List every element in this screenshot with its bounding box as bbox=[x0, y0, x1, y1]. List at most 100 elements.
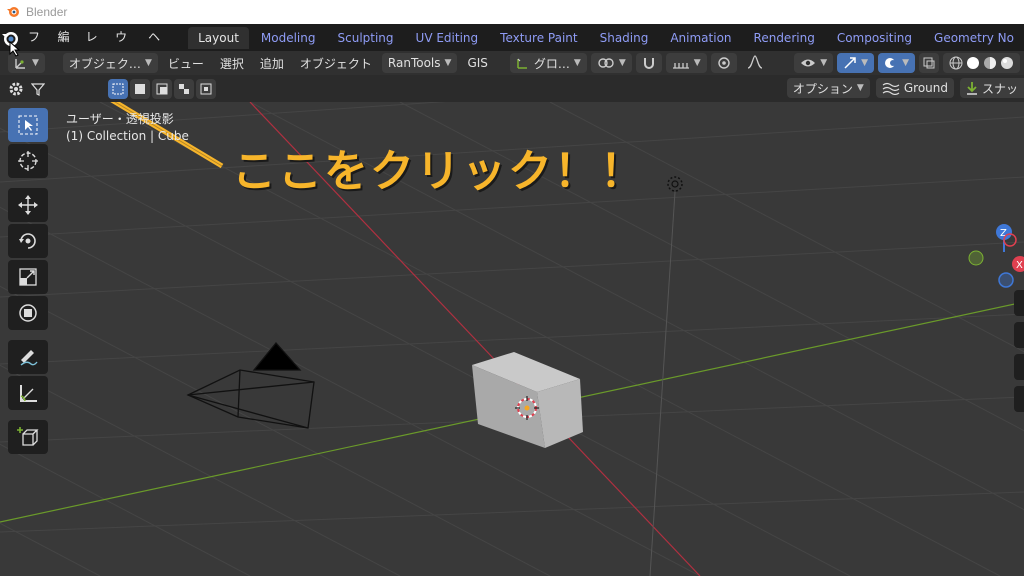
navigation-gizmo[interactable]: Z X bbox=[964, 210, 1024, 300]
select-extend-icon[interactable] bbox=[130, 78, 150, 99]
rendered-sphere-icon[interactable] bbox=[1000, 56, 1014, 70]
pivot-point-select[interactable]: ▼ bbox=[590, 53, 632, 73]
annotate-tool[interactable] bbox=[8, 340, 48, 374]
chevron-down-icon: ▼ bbox=[693, 58, 701, 68]
scale-icon bbox=[19, 268, 37, 286]
chevron-down-icon: ▼ bbox=[820, 58, 828, 68]
tab-shading[interactable]: Shading bbox=[590, 27, 659, 49]
chevron-down-icon: ▼ bbox=[861, 58, 869, 68]
menu-object[interactable]: オブジェクト bbox=[294, 55, 378, 72]
menu-view[interactable]: ビュー bbox=[162, 55, 210, 72]
window-titlebar: Blender bbox=[0, 0, 1024, 24]
tab-rendering[interactable]: Rendering bbox=[744, 27, 825, 49]
ortho-toggle-button[interactable] bbox=[1014, 386, 1024, 412]
mouse-pointer-icon bbox=[9, 41, 21, 57]
filter-icon[interactable] bbox=[28, 79, 48, 99]
select-intersect-icon[interactable] bbox=[196, 78, 216, 99]
tab-texture-paint[interactable]: Texture Paint bbox=[490, 27, 587, 49]
solid-sphere-icon[interactable] bbox=[966, 56, 980, 70]
chevron-down-icon: ▼ bbox=[573, 58, 581, 68]
menu-render[interactable]: レンダー bbox=[78, 24, 108, 125]
wireframe-sphere-icon[interactable] bbox=[949, 56, 963, 70]
active-object-label: (1) Collection | Cube bbox=[66, 129, 189, 143]
zoom-button[interactable] bbox=[1014, 290, 1024, 316]
navigation-buttons bbox=[1014, 290, 1024, 412]
scale-tool[interactable] bbox=[8, 260, 48, 294]
window-title: Blender bbox=[26, 5, 68, 19]
gizmo-arrow-icon bbox=[844, 57, 856, 69]
chevron-down-icon: ▼ bbox=[32, 58, 39, 68]
tab-modeling[interactable]: Modeling bbox=[251, 27, 326, 49]
visibility-select[interactable]: ▼ bbox=[794, 53, 834, 73]
tab-uv-editing[interactable]: UV Editing bbox=[406, 27, 489, 49]
ruler-icon bbox=[20, 385, 37, 402]
measure-tool[interactable] bbox=[8, 376, 48, 410]
menu-file[interactable]: ファイル bbox=[20, 24, 50, 125]
tab-animation[interactable]: Animation bbox=[660, 27, 741, 49]
selection-mode-buttons[interactable] bbox=[108, 78, 216, 99]
snap-target-select[interactable]: ▼ bbox=[665, 53, 707, 73]
falloff-curve-icon[interactable] bbox=[741, 54, 769, 72]
chevron-down-icon: ▼ bbox=[144, 58, 152, 68]
snap-toggle[interactable] bbox=[635, 53, 662, 73]
transform-orientation-select[interactable]: グロ… ▼ bbox=[509, 53, 587, 73]
transform-icon bbox=[19, 304, 37, 322]
chevron-down-icon: ▼ bbox=[618, 58, 626, 68]
menu-window[interactable]: ウィンドウ bbox=[107, 24, 140, 152]
rotate-tool[interactable] bbox=[8, 224, 48, 258]
axis-icon bbox=[15, 59, 25, 69]
transform-tool[interactable] bbox=[8, 296, 48, 330]
options-label: オプション bbox=[792, 81, 853, 96]
tab-compositing[interactable]: Compositing bbox=[827, 27, 922, 49]
move-arrows-icon bbox=[18, 195, 38, 215]
xray-icon bbox=[923, 57, 935, 69]
orientation-icon bbox=[517, 58, 527, 69]
proportional-edit-toggle[interactable] bbox=[710, 53, 737, 73]
settings-gear-icon[interactable] bbox=[6, 79, 26, 99]
waves-icon bbox=[882, 82, 900, 95]
select-subtract-icon[interactable] bbox=[152, 78, 172, 99]
ground-button[interactable]: Ground bbox=[875, 78, 954, 98]
overlay-toggle[interactable]: ▼ bbox=[878, 53, 915, 73]
blender-icon bbox=[6, 4, 20, 21]
cursor-tool[interactable] bbox=[8, 144, 48, 178]
tab-layout[interactable]: Layout bbox=[188, 26, 249, 49]
material-sphere-icon[interactable] bbox=[983, 56, 997, 70]
tab-geometry-nodes[interactable]: Geometry No bbox=[924, 27, 1024, 49]
annotation-callout: ここをクリック！！ bbox=[232, 146, 646, 197]
gizmo-neg-z-axis[interactable] bbox=[998, 272, 1014, 288]
download-arrow-icon bbox=[966, 82, 977, 95]
viewport-shading-group: ▼ ▼ ▼ bbox=[794, 53, 1020, 73]
mode-select[interactable]: オブジェク… ▼ bbox=[62, 53, 158, 73]
menu-select[interactable]: 選択 bbox=[214, 55, 250, 72]
menu-gis[interactable]: GIS bbox=[461, 56, 493, 70]
ground-label: Ground bbox=[903, 81, 948, 95]
view-mode-label: ユーザー・透視投影 bbox=[66, 112, 174, 126]
gizmo-neg-y-axis[interactable] bbox=[968, 250, 984, 266]
menu-edit[interactable]: 編集 bbox=[50, 24, 78, 71]
camera-view-button[interactable] bbox=[1014, 354, 1024, 380]
select-new-icon[interactable] bbox=[108, 78, 128, 99]
add-cube-icon bbox=[17, 427, 39, 446]
mode-select-value: オブジェク… bbox=[68, 56, 141, 71]
magnet-icon bbox=[643, 58, 654, 69]
rantools-menu[interactable]: RanTools ▼ bbox=[381, 53, 458, 73]
snap-increment-icon bbox=[672, 63, 689, 69]
pan-button[interactable] bbox=[1014, 322, 1024, 348]
select-box-tool[interactable] bbox=[8, 108, 48, 142]
add-cube-tool[interactable] bbox=[8, 420, 48, 454]
menu-add[interactable]: 追加 bbox=[254, 55, 290, 72]
menu-help[interactable]: ヘルプ bbox=[140, 24, 168, 98]
cursor-crosshair-icon bbox=[18, 151, 38, 171]
options-menu[interactable]: オプション ▼ bbox=[786, 78, 870, 98]
xray-toggle[interactable] bbox=[919, 53, 939, 73]
camera-object bbox=[186, 341, 315, 429]
gizmo-toggle[interactable]: ▼ bbox=[837, 53, 875, 73]
select-invert-icon[interactable] bbox=[174, 78, 194, 99]
move-tool[interactable] bbox=[8, 188, 48, 222]
gizmo-z-label: Z bbox=[1000, 228, 1007, 239]
rantools-label: RanTools bbox=[387, 56, 441, 70]
shading-mode-buttons[interactable] bbox=[943, 53, 1020, 73]
snap-button[interactable]: スナッ bbox=[959, 78, 1024, 98]
tab-sculpting[interactable]: Sculpting bbox=[328, 27, 404, 49]
